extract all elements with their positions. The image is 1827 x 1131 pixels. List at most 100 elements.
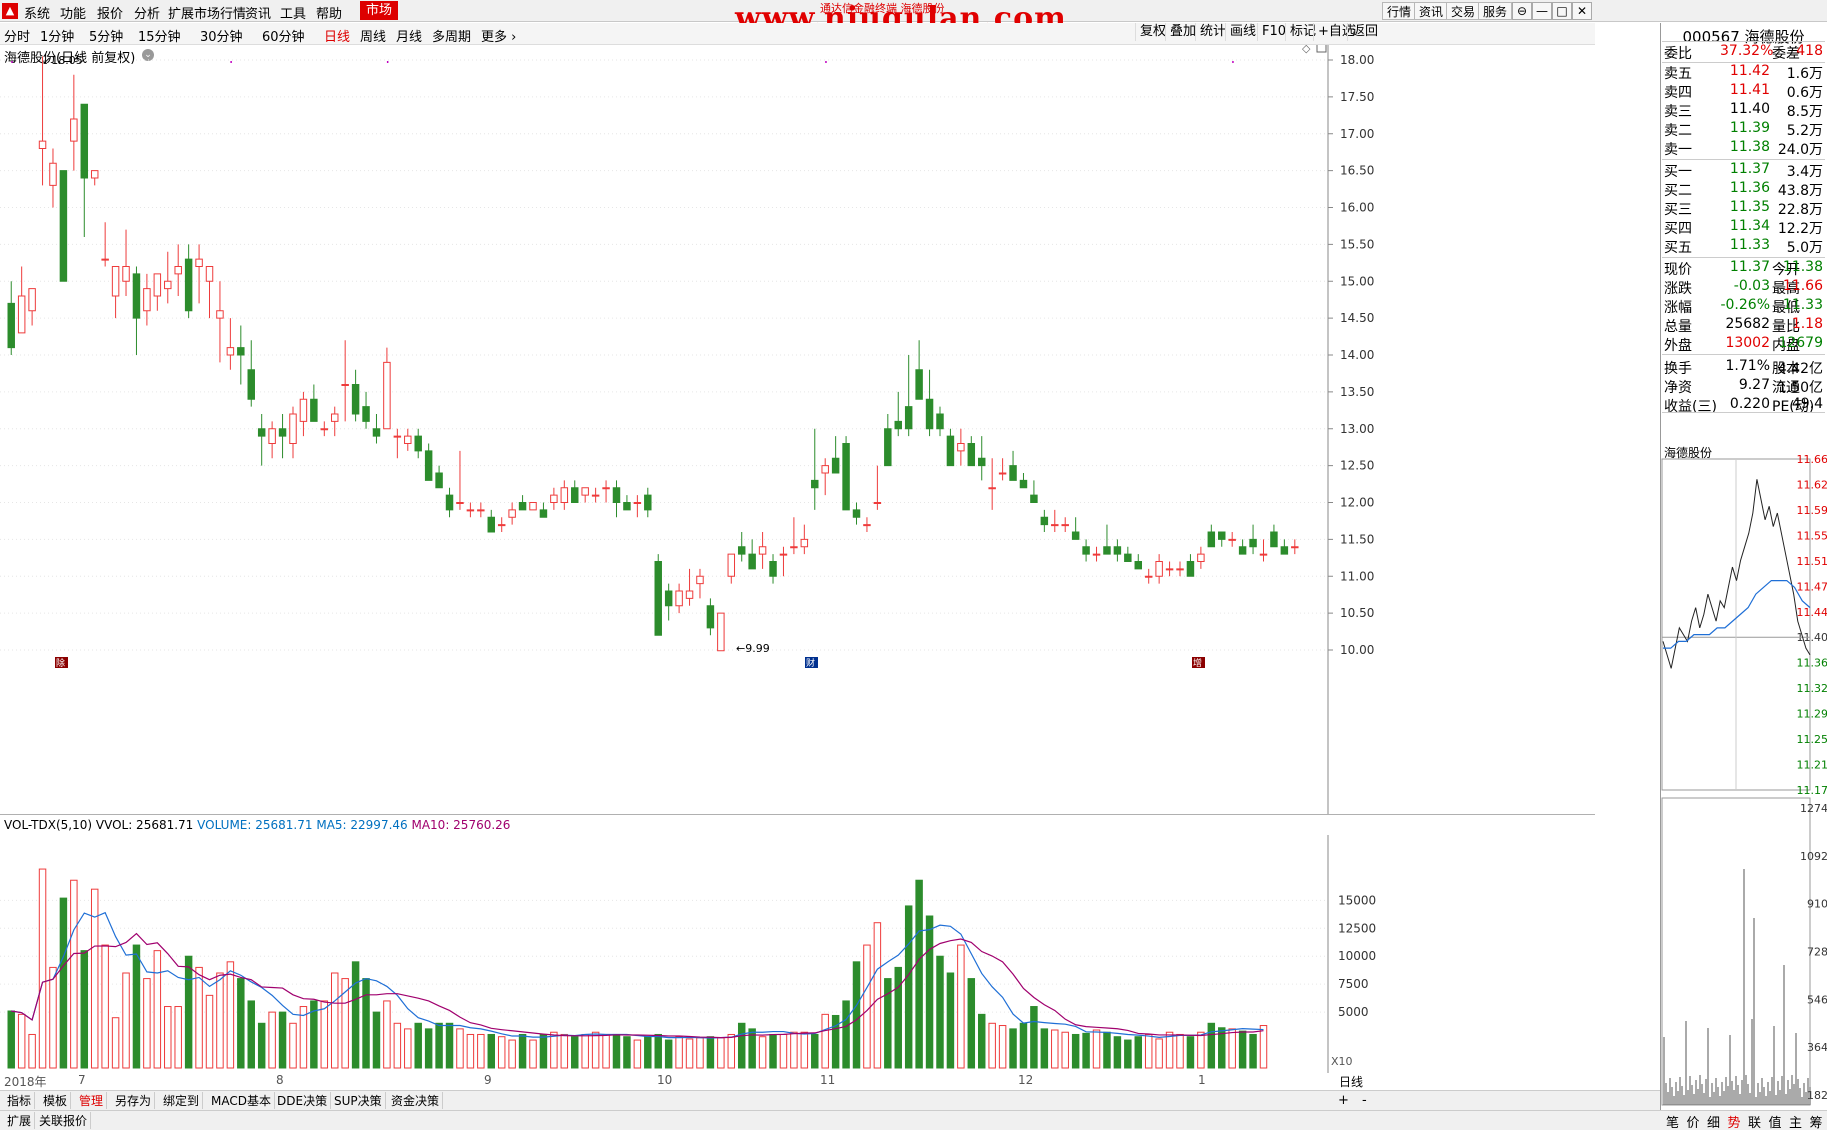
- candle[interactable]: [979, 436, 985, 480]
- candle[interactable]: [60, 171, 66, 282]
- candle[interactable]: [8, 281, 14, 355]
- candle[interactable]: [1010, 451, 1016, 481]
- volume-bar[interactable]: [592, 1032, 598, 1068]
- period-5[interactable]: 60分钟: [262, 26, 305, 45]
- candle[interactable]: [269, 421, 275, 458]
- candle[interactable]: [363, 392, 369, 429]
- volume-bar[interactable]: [738, 1023, 744, 1068]
- volume-bar[interactable]: [1135, 1037, 1141, 1068]
- candle[interactable]: [373, 414, 379, 444]
- candle[interactable]: [1198, 547, 1204, 569]
- diamond-icon[interactable]: ◇: [1302, 45, 1311, 55]
- candle[interactable]: [227, 318, 233, 370]
- candle[interactable]: [530, 503, 536, 510]
- volume-bar[interactable]: [196, 967, 202, 1068]
- volume-bar[interactable]: [916, 880, 922, 1068]
- menu-item-4[interactable]: 扩展市场行情: [168, 3, 246, 22]
- candle[interactable]: [718, 613, 724, 651]
- quote-tab-6[interactable]: 主: [1789, 1112, 1802, 1131]
- top-button-1[interactable]: 资讯: [1414, 2, 1448, 20]
- volume-bar[interactable]: [1114, 1037, 1120, 1068]
- volume-bar[interactable]: [895, 967, 901, 1068]
- candle[interactable]: [352, 370, 358, 422]
- candle[interactable]: [999, 458, 1005, 480]
- candle[interactable]: [467, 503, 473, 518]
- volume-bar[interactable]: [498, 1037, 504, 1068]
- volume-bar[interactable]: [1145, 1034, 1151, 1068]
- candle[interactable]: [436, 466, 442, 488]
- volume-bar[interactable]: [1177, 1034, 1183, 1068]
- volume-bar[interactable]: [1041, 1029, 1047, 1068]
- volume-bar[interactable]: [394, 1023, 400, 1068]
- candle[interactable]: [1281, 539, 1287, 554]
- menu-item-6[interactable]: 工具: [280, 3, 306, 22]
- candle[interactable]: [791, 517, 797, 554]
- candle[interactable]: [958, 429, 964, 466]
- volume-bar[interactable]: [258, 1023, 264, 1068]
- volume-bar[interactable]: [405, 1029, 411, 1068]
- volume-bar[interactable]: [1198, 1032, 1204, 1068]
- volume-bar[interactable]: [645, 1037, 651, 1068]
- menu-item-market[interactable]: 市场: [360, 1, 398, 20]
- app-logo-icon[interactable]: ▲: [2, 3, 18, 19]
- volume-bar[interactable]: [1156, 1039, 1162, 1068]
- menu-item-7[interactable]: 帮助: [316, 3, 342, 22]
- period-2[interactable]: 5分钟: [89, 26, 123, 45]
- quote-tab-3[interactable]: 势: [1728, 1112, 1741, 1131]
- volume-bar[interactable]: [686, 1039, 692, 1068]
- candle[interactable]: [29, 289, 35, 326]
- top-button-0[interactable]: 行情: [1382, 2, 1416, 20]
- volume-bar[interactable]: [1250, 1034, 1256, 1068]
- volume-bar[interactable]: [624, 1037, 630, 1068]
- candle[interactable]: [728, 554, 734, 584]
- volume-bar[interactable]: [1010, 1029, 1016, 1068]
- volume-bar[interactable]: [603, 1034, 609, 1068]
- candle[interactable]: [1250, 525, 1256, 555]
- volume-bar[interactable]: [133, 945, 139, 1068]
- candle[interactable]: [1020, 473, 1026, 488]
- volume-bar[interactable]: [446, 1023, 452, 1068]
- volume-bar[interactable]: [81, 951, 87, 1068]
- candle[interactable]: [1114, 539, 1120, 561]
- volume-bar[interactable]: [519, 1034, 525, 1068]
- candle[interactable]: [1229, 532, 1235, 547]
- candle[interactable]: [1271, 525, 1277, 547]
- candle[interactable]: [332, 407, 338, 437]
- volume-bar[interactable]: [488, 1034, 494, 1068]
- volume-bar[interactable]: [801, 1032, 807, 1068]
- candle[interactable]: [885, 414, 891, 466]
- bottom-tab-0[interactable]: 指标: [4, 1092, 35, 1109]
- candle[interactable]: [707, 598, 713, 635]
- volume-bar[interactable]: [71, 880, 77, 1068]
- candle[interactable]: [196, 244, 202, 303]
- volume-bar[interactable]: [728, 1034, 734, 1068]
- top-button-2[interactable]: 交易: [1446, 2, 1480, 20]
- volume-bar[interactable]: [530, 1040, 536, 1068]
- volume-bar[interactable]: [655, 1034, 661, 1068]
- candle[interactable]: [1062, 517, 1068, 532]
- volume-bar[interactable]: [759, 1037, 765, 1068]
- candle[interactable]: [676, 584, 682, 614]
- volume-bar[interactable]: [864, 945, 870, 1068]
- period-8[interactable]: 月线: [396, 26, 422, 45]
- candle[interactable]: [102, 222, 108, 266]
- volume-bar[interactable]: [363, 979, 369, 1068]
- bottom-tab-4[interactable]: 绑定到: [160, 1092, 203, 1109]
- volume-bar[interactable]: [582, 1034, 588, 1068]
- menu-item-3[interactable]: 分析: [134, 3, 160, 22]
- candle[interactable]: [446, 488, 452, 518]
- quote-tab-4[interactable]: 联: [1748, 1112, 1761, 1131]
- volume-bar[interactable]: [238, 979, 244, 1068]
- volume-bar[interactable]: [540, 1034, 546, 1068]
- top-button-3[interactable]: 服务: [1478, 2, 1512, 20]
- period-3[interactable]: 15分钟: [138, 26, 181, 45]
- period-1[interactable]: 1分钟: [40, 26, 74, 45]
- candle[interactable]: [874, 466, 880, 510]
- volume-bar[interactable]: [60, 898, 66, 1068]
- volume-bar[interactable]: [227, 962, 233, 1068]
- event-marker[interactable]: 除: [55, 657, 68, 669]
- volume-bar[interactable]: [874, 923, 880, 1068]
- candle[interactable]: [39, 56, 45, 185]
- volume-bar[interactable]: [478, 1034, 484, 1068]
- candle[interactable]: [770, 554, 776, 584]
